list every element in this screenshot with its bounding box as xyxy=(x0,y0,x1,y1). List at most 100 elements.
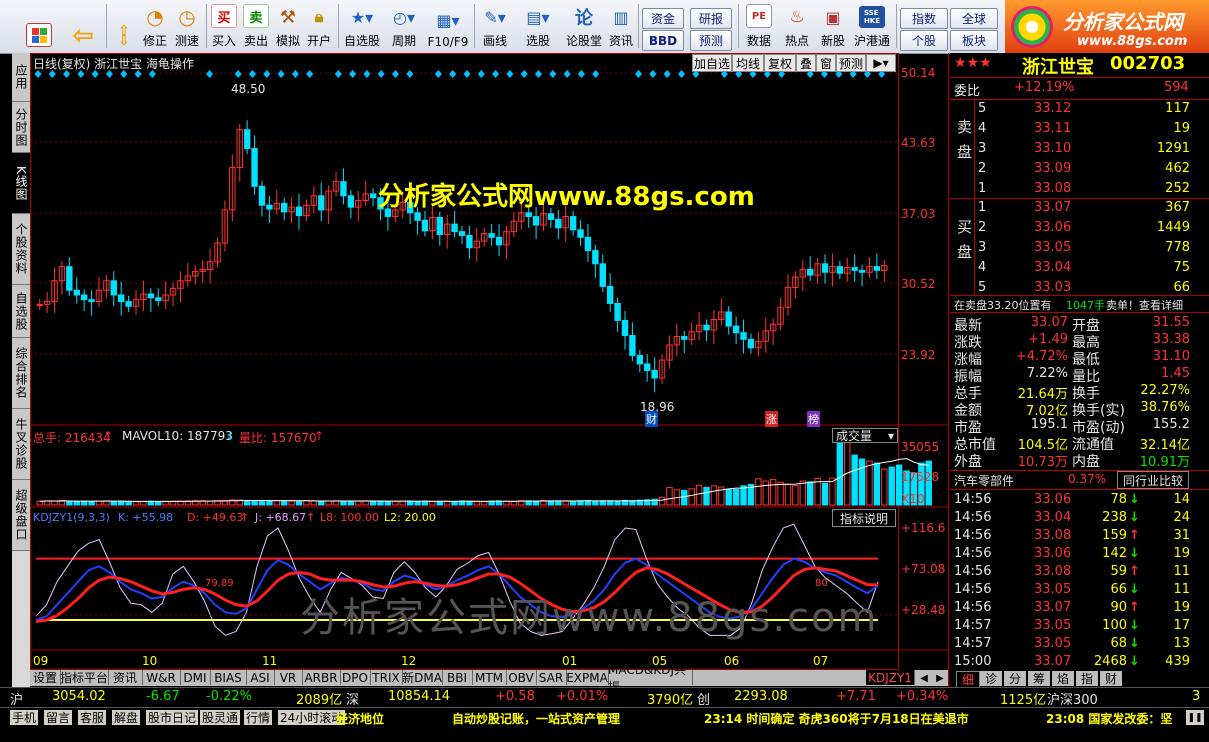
forecast-button[interactable]: 预测 xyxy=(690,30,732,51)
statusbar-button[interactable]: 股市日记 xyxy=(146,710,199,725)
volume-indicator-select[interactable]: 成交量 ▾ xyxy=(832,428,898,443)
tab-apps[interactable]: 应用 xyxy=(12,53,30,102)
scroll-left-icon[interactable]: ◀ xyxy=(920,673,928,684)
window-button[interactable]: 窗 xyxy=(816,54,836,72)
forecast-chart-button[interactable]: 预测 xyxy=(836,54,866,72)
sh-index-label[interactable]: 沪 xyxy=(10,689,23,708)
indicator-tab[interactable]: W&R xyxy=(142,670,181,685)
statusbar-button[interactable]: 行情 xyxy=(244,710,273,725)
tab-kline[interactable]: K线图 xyxy=(12,153,30,214)
chart-menu-button[interactable]: ▶▾ xyxy=(866,54,896,72)
fund-button[interactable]: 资金 xyxy=(642,8,684,29)
sz-index-label[interactable]: 深 xyxy=(346,689,359,708)
detail-tab[interactable]: 筹 xyxy=(1028,671,1050,686)
select-stock-button[interactable]: ▤▾ 选股 xyxy=(518,2,558,51)
detail-tab[interactable]: 分 xyxy=(1004,671,1026,686)
statusbar-button[interactable]: 手机 xyxy=(10,710,39,725)
ma-button[interactable]: 均线 xyxy=(732,54,764,72)
news-ticker[interactable]: 23:14 时间确定 奇虎360将于7月18日在美退市 xyxy=(704,710,969,727)
indicator-tab[interactable]: 指标平台 xyxy=(60,670,109,685)
indicator-tab[interactable]: TRIX xyxy=(370,670,403,685)
buy-level-price[interactable]: 33.03 xyxy=(1034,280,1071,295)
report-button[interactable]: 研报 xyxy=(690,8,732,29)
sell-button[interactable]: 卖卖出 xyxy=(242,2,270,51)
buy-level-price[interactable]: 33.05 xyxy=(1034,240,1071,255)
indicator-tab[interactable]: OBV xyxy=(506,670,537,685)
cy-index-label[interactable]: 创 xyxy=(697,689,710,708)
industry-compare-button[interactable]: 同行业比较 xyxy=(1117,471,1189,489)
statusbar-button[interactable]: 解盘 xyxy=(112,710,141,725)
period-button[interactable]: ◴▾ 周期 xyxy=(386,2,422,51)
fix-button[interactable]: ◔ 修正 xyxy=(140,2,170,51)
detail-tab[interactable]: 焰 xyxy=(1052,671,1074,686)
indicator-tab[interactable]: ARBR xyxy=(302,670,341,685)
indicator-tab[interactable]: 新DMA xyxy=(402,670,443,685)
tab-watchlist[interactable]: 自选股 xyxy=(12,285,30,338)
sector-button[interactable]: 板块 xyxy=(950,30,998,51)
speed-test-button[interactable]: ◷ 测速 xyxy=(172,2,202,51)
news-ticker[interactable]: 23:08 国家发改委：坚 xyxy=(1046,710,1172,727)
hk-connect-button[interactable]: SSE HKE 沪港通 xyxy=(852,2,892,51)
tab-ranking[interactable]: 综合排名 xyxy=(12,338,30,409)
big-order-notice[interactable]: 在卖盘33.20位置有 xyxy=(954,297,1052,313)
indicator-tab[interactable]: 资讯 xyxy=(108,670,143,685)
limit-up-badge[interactable]: 涨 xyxy=(765,411,778,427)
buy-level-price[interactable]: 33.04 xyxy=(1034,260,1071,275)
news-button[interactable]: ▥ 资讯 xyxy=(607,2,635,51)
indicator-tab[interactable]: BIAS xyxy=(210,670,247,685)
detail-tab[interactable]: 指 xyxy=(1076,671,1098,686)
sell-level-price[interactable]: 33.08 xyxy=(1034,181,1071,196)
tab-stock-info[interactable]: 个股资料 xyxy=(12,214,30,285)
finance-badge[interactable]: 财 xyxy=(645,411,658,427)
sell-level-price[interactable]: 33.09 xyxy=(1034,161,1071,176)
back-button[interactable]: ⇦ xyxy=(66,2,100,51)
indicator-tab[interactable]: SAR xyxy=(536,670,567,685)
forum-button[interactable]: 论论股堂 xyxy=(562,2,606,51)
hs300-label[interactable]: 沪深300 xyxy=(1047,689,1098,708)
home-button[interactable] xyxy=(22,2,56,51)
adjust-button[interactable]: 复权 xyxy=(764,54,796,72)
indicator-tab[interactable]: EXPMA xyxy=(566,670,609,685)
indicator-tab[interactable]: KDJZY1 xyxy=(866,670,915,685)
indicator-tab[interactable]: VR xyxy=(274,670,303,685)
buy-level-price[interactable]: 33.06 xyxy=(1034,220,1071,235)
indicator-tab[interactable]: ASI xyxy=(246,670,275,685)
global-button[interactable]: 全球 xyxy=(950,8,998,29)
f10-button[interactable]: ▦▾ F10/F9 xyxy=(426,2,470,51)
scroll-right-icon[interactable]: ▶ xyxy=(936,673,944,684)
buy-level-price[interactable]: 33.07 xyxy=(1034,200,1071,215)
tab-intraday[interactable]: 分时图 xyxy=(12,102,30,153)
indicator-tab[interactable]: BBI xyxy=(442,670,473,685)
buy-button[interactable]: 买买入 xyxy=(210,2,238,51)
bbd-button[interactable]: BBD xyxy=(642,30,684,51)
pause-icon[interactable]: ❚❚ xyxy=(1186,710,1204,725)
open-account-button[interactable]: 🔒︎ 开户 xyxy=(305,2,333,51)
industry-name[interactable]: 汽车零部件 xyxy=(954,472,1014,489)
add-watch-button[interactable]: 加自选 xyxy=(692,54,732,72)
updown-button[interactable]: ⇧ ⇩ xyxy=(110,2,138,51)
overlay-button[interactable]: 叠 xyxy=(796,54,816,72)
big-order-detail-link[interactable]: 卖单！查看详细 xyxy=(1106,297,1183,313)
draw-line-button[interactable]: ✎▾ 画线 xyxy=(476,2,514,51)
statusbar-button[interactable]: 股灵通 xyxy=(200,710,241,725)
stock-button[interactable]: 个股 xyxy=(900,30,948,51)
new-stock-button[interactable]: ▣ 新股 xyxy=(816,2,850,51)
detail-tab[interactable]: 细 xyxy=(956,671,980,688)
news-ticker[interactable]: 经济地位 xyxy=(336,710,384,727)
tab-super-board[interactable]: 超级盘口 xyxy=(12,480,30,551)
indicator-tab[interactable]: DPO xyxy=(340,670,371,685)
statusbar-button[interactable]: 客服 xyxy=(78,710,107,725)
tabs-scroll[interactable]: ◀ ▶ xyxy=(916,670,948,686)
indicator-tab[interactable]: MTM xyxy=(472,670,507,685)
index-button[interactable]: 指数 xyxy=(900,8,948,29)
hotspot-button[interactable]: ♨ 热点 xyxy=(780,2,814,51)
detail-tab[interactable]: 诊 xyxy=(980,671,1002,686)
simulate-button[interactable]: ⚒ 模拟 xyxy=(274,2,302,51)
sell-level-price[interactable]: 33.10 xyxy=(1034,141,1071,156)
rank-badge[interactable]: 榜 xyxy=(807,411,820,427)
watchlist-button[interactable]: ★▾ 自选股 xyxy=(342,2,382,51)
kline-chart[interactable] xyxy=(30,53,948,670)
data-button[interactable]: PE 数据 xyxy=(744,2,774,51)
indicator-tab[interactable]: 设置 xyxy=(30,670,61,685)
indicator-tab[interactable]: DMI xyxy=(180,670,211,685)
